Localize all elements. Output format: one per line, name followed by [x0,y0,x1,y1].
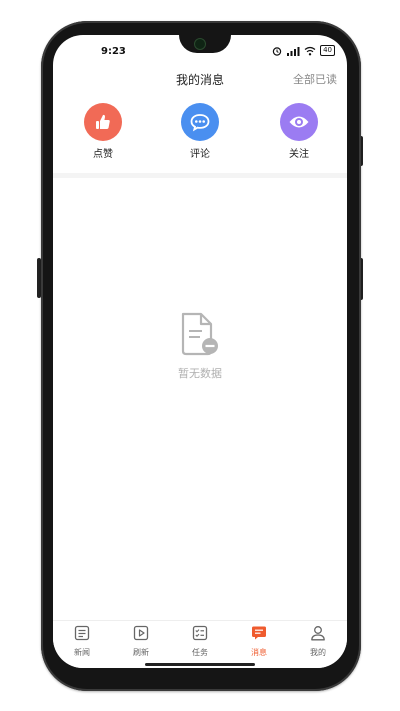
alarm-icon [272,46,282,56]
checklist-icon [192,625,208,641]
signal-icon [287,46,300,56]
tab-messages[interactable]: 消息 [234,625,284,658]
eye-icon [280,103,318,141]
tab-refresh[interactable]: 刷新 [116,625,166,658]
empty-state: 暂无数据 [53,311,347,381]
screen: 9:23 40 我的消息 全部已读 点赞 评论 关注 暂无数据 新闻 刷新 任务… [53,35,347,668]
battery-icon: 40 [320,45,335,56]
status-bar: 9:23 40 [53,35,347,65]
tab-news[interactable]: 新闻 [57,625,107,658]
header: 我的消息 全部已读 [53,67,347,91]
person-icon [311,626,325,641]
mark-all-read-button[interactable]: 全部已读 [293,71,337,87]
home-indicator[interactable] [145,663,255,666]
message-icon [252,626,266,640]
news-icon [74,625,90,641]
category-follows[interactable]: 关注 [269,103,329,160]
tab-label: 新闻 [74,648,90,657]
tab-label: 我的 [310,648,326,657]
empty-state-text: 暂无数据 [178,367,222,380]
category-label: 关注 [289,149,309,160]
section-divider [53,173,347,178]
bottom-tab-bar: 新闻 刷新 任务 消息 我的 [53,620,347,668]
category-label: 评论 [190,149,210,160]
status-icons: 40 [272,45,335,56]
thumbs-up-icon [84,103,122,141]
play-square-icon [133,625,149,641]
comment-icon [181,103,219,141]
category-comments[interactable]: 评论 [170,103,230,160]
status-time: 9:23 [101,46,126,57]
tab-tasks[interactable]: 任务 [175,625,225,658]
wifi-icon [304,46,316,55]
tab-label: 任务 [192,648,208,657]
category-label: 点赞 [93,149,113,160]
tab-profile[interactable]: 我的 [293,625,343,658]
message-categories: 点赞 评论 关注 [53,103,347,163]
document-remove-icon [181,312,218,356]
category-likes[interactable]: 点赞 [73,103,133,160]
tab-label: 刷新 [133,648,149,657]
tab-label: 消息 [251,648,267,657]
